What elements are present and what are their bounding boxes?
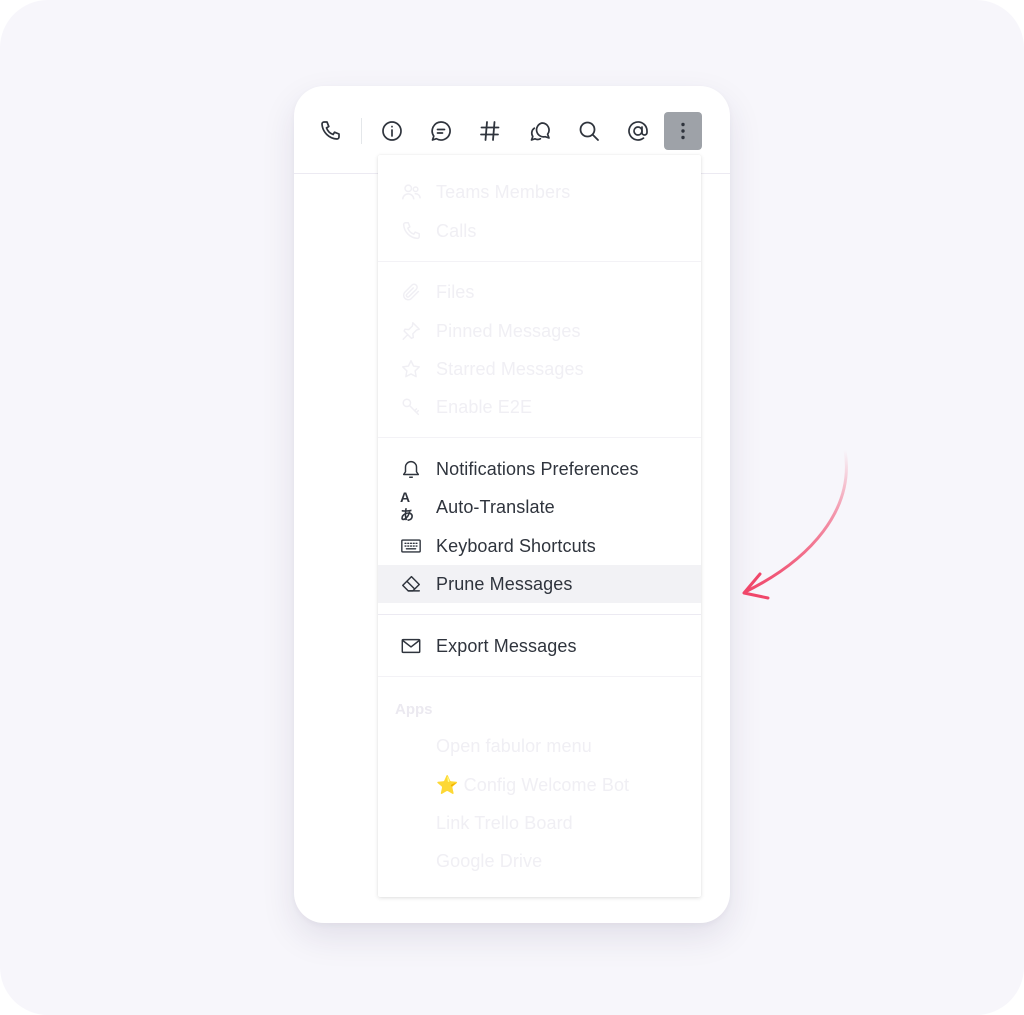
- pointer-arrow: [742, 448, 848, 600]
- pin-icon: [400, 320, 422, 342]
- menu-item-teams-members[interactable]: Teams Members: [378, 173, 701, 211]
- mention-icon: [628, 121, 648, 141]
- eraser-icon: [400, 573, 422, 595]
- menu-item-label: Export Messages: [436, 635, 577, 656]
- menu-item-prune-messages[interactable]: Prune Messages: [378, 565, 701, 603]
- threads-icon: [530, 122, 550, 141]
- threads-button[interactable]: [521, 112, 559, 150]
- menu-item-pinned-messages[interactable]: Pinned Messages: [378, 312, 701, 350]
- menu-item-keyboard-shortcuts[interactable]: Keyboard Shortcuts: [378, 527, 701, 565]
- menu-item-label: Calls: [436, 220, 477, 241]
- menu-item-calls[interactable]: Calls: [378, 212, 701, 250]
- menu-item-label: Open fabulor menu: [436, 735, 592, 756]
- menu-item-label: Link Trello Board: [436, 812, 573, 833]
- menu-item-auto-translate[interactable]: Aあ Auto-Translate: [378, 488, 701, 526]
- menu-item-label: Prune Messages: [436, 573, 573, 594]
- star-icon: [400, 358, 422, 380]
- mail-icon: [400, 635, 422, 657]
- menu-item-label: Auto-Translate: [436, 496, 555, 517]
- team-icon: [400, 181, 422, 203]
- kebab-menu-button[interactable]: [664, 112, 702, 150]
- hash-icon: [480, 121, 500, 141]
- menu-item-enable-e2e[interactable]: Enable E2E: [378, 388, 701, 426]
- menu-item-label: Notifications Preferences: [436, 458, 639, 479]
- menu-item-label: ⭐ Config Welcome Bot: [436, 774, 630, 795]
- info-icon: [382, 121, 402, 141]
- menu-item-export-messages[interactable]: Export Messages: [378, 627, 701, 665]
- menu-item-app[interactable]: ⭐ Config Welcome Bot: [378, 766, 701, 804]
- discussion-button[interactable]: [422, 112, 460, 150]
- key-icon: [400, 396, 422, 418]
- kebab-menu-icon: [681, 122, 685, 140]
- channels-button[interactable]: [471, 112, 509, 150]
- keyboard-icon: [400, 535, 422, 557]
- menu-item-label: Google Drive: [436, 850, 543, 871]
- mentions-button[interactable]: [619, 112, 657, 150]
- menu-item-app[interactable]: Link Trello Board: [378, 804, 701, 842]
- menu-item-app[interactable]: Open fabulor menu: [378, 727, 701, 765]
- menu-item-label: Starred Messages: [436, 358, 584, 379]
- menu-item-notifications-preferences[interactable]: Notifications Preferences: [378, 450, 701, 488]
- room-options-menu: Teams Members Calls Files Pinned Message…: [378, 155, 701, 897]
- search-icon: [579, 121, 599, 141]
- menu-divider: [378, 437, 701, 438]
- menu-divider: [378, 261, 701, 262]
- menu-item-label: Teams Members: [436, 181, 571, 202]
- toolbar-divider: [361, 118, 362, 144]
- search-button[interactable]: [570, 112, 608, 150]
- bell-icon: [400, 458, 422, 480]
- clip-icon: [400, 281, 422, 303]
- menu-item-app[interactable]: Google Drive: [378, 842, 701, 880]
- menu-item-label: Enable E2E: [436, 396, 533, 417]
- menu-item-starred-messages[interactable]: Starred Messages: [378, 350, 701, 388]
- language-icon: Aあ: [400, 489, 414, 523]
- discussion-icon: [431, 121, 451, 141]
- menu-item-label: Pinned Messages: [436, 320, 581, 341]
- phone-icon: [400, 220, 422, 242]
- call-button[interactable]: [311, 112, 349, 150]
- menu-item-label: Keyboard Shortcuts: [436, 535, 596, 556]
- apps-section-label: Apps: [395, 701, 433, 718]
- phone-icon: [321, 121, 340, 140]
- menu-divider: [378, 676, 701, 677]
- room-info-button[interactable]: [373, 112, 411, 150]
- menu-item-files[interactable]: Files: [378, 273, 701, 311]
- menu-item-label: Files: [436, 281, 475, 302]
- menu-divider: [378, 614, 701, 615]
